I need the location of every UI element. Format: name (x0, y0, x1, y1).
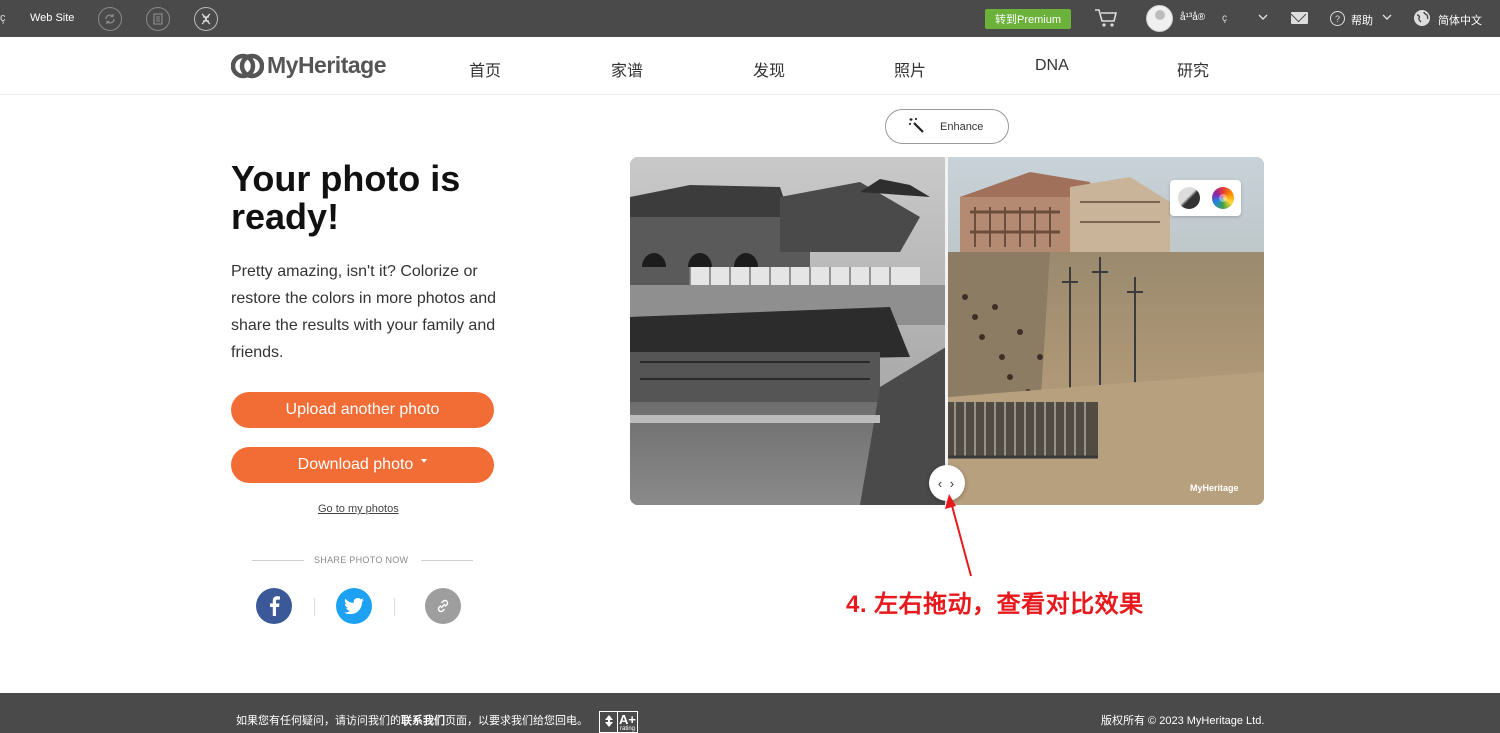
cart-icon[interactable] (1094, 8, 1118, 31)
document-icon[interactable] (146, 7, 170, 31)
main-nav: MyHeritage 首页 家谱 发现 照片 DNA 研究 (0, 37, 1500, 95)
logo-text: MyHeritage (267, 52, 386, 78)
color-mode-toggle (1170, 180, 1241, 216)
help-chevron-down-icon[interactable] (1382, 12, 1392, 24)
twitter-icon (344, 598, 364, 614)
share-divider-left (252, 560, 304, 561)
premium-button[interactable]: 转到Premium (985, 9, 1071, 29)
website-link[interactable]: Web Site (30, 12, 74, 24)
bbb-sub: rating (619, 725, 635, 732)
page-description: Pretty amazing, isn't it? Colorize or re… (231, 263, 497, 361)
share-divider-right (421, 560, 473, 561)
help-icon[interactable]: ? (1330, 11, 1345, 26)
bbb-rating-badge[interactable]: A+ rating (599, 711, 638, 733)
language-selector[interactable]: 简体中文 (1438, 12, 1482, 28)
footer-contact-text: 如果您有任何疑问，请访问我们的联系我们页面，以要求我们给您回电。 (236, 712, 588, 728)
enhance-button[interactable]: Enhance (885, 109, 1009, 144)
mail-icon[interactable] (1291, 12, 1308, 24)
footer-contact-pre: 如果您有任何疑问，请访问我们的 (236, 715, 401, 727)
help-menu[interactable]: 帮助 (1351, 12, 1373, 28)
magic-wand-icon (908, 117, 924, 136)
page-title: Your photo is ready! (231, 158, 461, 237)
download-button-label: Download photo (297, 456, 414, 473)
photo-watermark: MyHeritage (1190, 483, 1239, 493)
facebook-icon (270, 596, 280, 616)
annotation-arrow-icon (945, 494, 972, 577)
chevron-down-icon[interactable] (1258, 12, 1268, 24)
social-separator (394, 598, 395, 616)
globe-icon[interactable] (1414, 10, 1430, 26)
avatar[interactable] (1146, 5, 1173, 32)
enhance-label: Enhance (940, 120, 984, 133)
top-utility-bar: ç Web Site 转到Premium å¹³å® ç ? 帮助 简体中文 (0, 0, 1500, 37)
link-icon (437, 599, 449, 613)
user-glyph: ç (1222, 13, 1227, 24)
nav-dna[interactable]: DNA (1035, 57, 1069, 75)
nav-discover[interactable]: 发现 (753, 57, 785, 81)
share-label: SHARE PHOTO NOW (314, 555, 409, 565)
footer-contact-post: 页面，以要求我们给您回电。 (445, 715, 588, 727)
topbar-left-glyph: ç (0, 12, 6, 24)
logo-mark-icon (230, 53, 265, 79)
sync-icon[interactable] (98, 7, 122, 31)
copyright-text: 版权所有 © 2023 MyHeritage Ltd. (1101, 715, 1265, 727)
contact-us-link[interactable]: 联系我们 (401, 715, 445, 727)
caret-down-icon (421, 459, 428, 463)
download-photo-button[interactable]: Download photo (231, 447, 494, 483)
nav-home[interactable]: 首页 (469, 57, 501, 81)
nav-photos[interactable]: 照片 (894, 57, 926, 81)
annotation-text: 4. 左右拖动，查看对比效果 (846, 591, 1144, 618)
compare-divider[interactable] (945, 157, 948, 505)
go-to-my-photos-link[interactable]: Go to my photos (318, 503, 399, 515)
myheritage-logo[interactable]: MyHeritage (230, 52, 386, 79)
bbb-logo-icon (600, 712, 618, 732)
twitter-share-button[interactable] (336, 588, 372, 624)
upload-button-label: Upload another photo (285, 401, 440, 418)
dna-tools-icon[interactable] (194, 7, 218, 31)
nav-research[interactable]: 研究 (1177, 57, 1209, 81)
black-white-mode-icon[interactable] (1178, 187, 1200, 209)
nav-family-tree[interactable]: 家谱 (611, 57, 643, 81)
social-separator (314, 598, 315, 616)
user-name[interactable]: å¹³å® (1180, 12, 1205, 23)
bbb-grade: A+ (619, 711, 636, 727)
copy-link-button[interactable] (425, 588, 461, 624)
upload-another-photo-button[interactable]: Upload another photo (231, 392, 494, 428)
color-mode-icon[interactable] (1212, 187, 1234, 209)
facebook-share-button[interactable] (256, 588, 292, 624)
footer: 如果您有任何疑问，请访问我们的联系我们页面，以要求我们给您回电。 版权所有 © … (0, 693, 1500, 733)
